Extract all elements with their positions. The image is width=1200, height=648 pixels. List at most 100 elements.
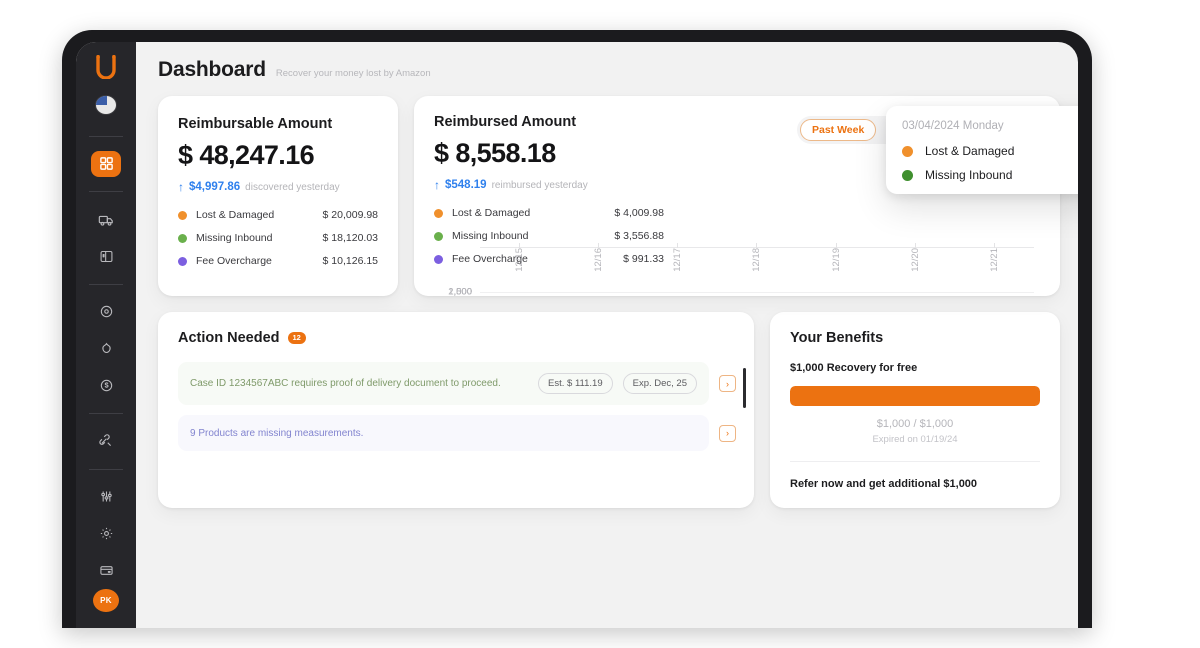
benefits-subtitle: $1,000 Recovery for free	[790, 362, 918, 374]
page-header: Dashboard Recover your money lost by Ama…	[158, 58, 1060, 82]
legend-value: $ 18,120.03	[322, 232, 378, 244]
action-text: Case ID 1234567ABC requires proof of del…	[190, 378, 501, 389]
legend-dot-icon	[434, 231, 443, 241]
sidebar-divider	[89, 412, 123, 414]
action-needed-card: Action Needed 12 Case ID 1234567ABC requ…	[158, 312, 754, 508]
legend-label: Lost & Damaged	[196, 209, 275, 221]
sidebar-item-payments[interactable]	[91, 372, 121, 399]
legend-label: Missing Inbound	[452, 230, 529, 242]
legend-dot-icon	[434, 254, 443, 264]
chart-bar[interactable]	[669, 289, 686, 292]
reimbursable-value: $ 48,247.16	[178, 140, 315, 170]
sidebar-item-billing[interactable]	[91, 557, 121, 584]
legend-label: Missing Inbound	[196, 232, 273, 244]
tooltip-row-missing-inbound: Missing Inbound $799.62	[902, 168, 1078, 182]
legend-dot-icon	[902, 169, 913, 181]
chart-x-tick: 12/20	[894, 248, 936, 272]
chart-bar[interactable]	[748, 289, 765, 292]
card-title: Reimbursed Amount	[434, 114, 577, 130]
legend-item-missing-inbound: Missing Inbound $ 3,556.88	[434, 230, 664, 242]
recovery-progress-bar	[790, 386, 1040, 406]
benefits-refer[interactable]: Refer now and get additional $1,000	[790, 478, 1040, 490]
sidebar-item-dashboard[interactable]	[91, 150, 121, 178]
chart-x-labels: 12/15 12/16 12/17 12/18 12/19 12/20 12/21	[480, 248, 1034, 282]
tooltip-row-lost-damaged: Lost & Damaged $281.10	[902, 144, 1078, 158]
chart-x-tick-label: 12/18	[751, 248, 763, 272]
action-item-missing-measurements[interactable]: 9 Products are missing measurements.	[178, 415, 709, 451]
reimbursed-delta: ↑ $548.19 reimbursed yesterday	[434, 179, 664, 191]
section-title-text: Your Benefits	[790, 330, 884, 346]
sidebar-divider	[89, 191, 123, 193]
scrollbar-thumb[interactable]	[743, 368, 746, 408]
scrollbar-track[interactable]	[743, 368, 746, 422]
delta-value: $548.19	[445, 179, 487, 191]
chart-x-tick: 12/18	[736, 248, 778, 272]
legend-dot-icon	[178, 210, 187, 220]
sidebar-item-invoices[interactable]	[91, 243, 121, 270]
arrow-up-icon: ↑	[434, 178, 440, 192]
chart-x-tick-label: 12/19	[830, 248, 842, 272]
chart-tooltip: 03/04/2024 Monday $ 1080.72 Lost & Damag…	[886, 106, 1078, 194]
reimbursable-amount-card: Reimbursable Amount $ 48,247.16 ↑ $4,997…	[158, 96, 398, 296]
legend-item-lost-damaged: Lost & Damaged $ 4,009.98	[434, 207, 664, 219]
tooltip-header: 03/04/2024 Monday $ 1080.72	[902, 120, 1078, 132]
page-subtitle: Recover your money lost by Amazon	[275, 68, 431, 79]
action-row: Case ID 1234567ABC requires proof of del…	[178, 362, 736, 405]
sidebar-item-reports[interactable]	[91, 335, 121, 362]
chart-x-tick: 12/16	[578, 248, 620, 272]
tooltip-label: Missing Inbound	[925, 168, 1013, 182]
sidebar-item-integrations[interactable]	[91, 428, 121, 455]
legend-value: $ 3,556.88	[614, 230, 664, 242]
sidebar-item-shipments[interactable]	[91, 206, 121, 233]
recovery-progress-fill	[790, 386, 1040, 406]
page-title: Dashboard	[158, 58, 266, 81]
status-badge: 12	[287, 332, 306, 344]
chart-x-tick-label: 12/20	[909, 248, 921, 272]
sidebar-item-filters[interactable]	[91, 483, 121, 510]
tab-past-week[interactable]: Past Week	[799, 119, 877, 141]
benefits-expiry: Expired on 01/19/24	[872, 434, 958, 445]
legend-item-missing-inbound: Missing Inbound $ 18,120.03	[178, 232, 378, 244]
avatar[interactable]: PK	[93, 588, 119, 612]
legend-label: Fee Overcharge	[196, 255, 272, 267]
chart-x-tick-label: 12/16	[593, 248, 605, 272]
legend-label: Lost & Damaged	[452, 207, 531, 219]
sidebar-item-cases[interactable]	[91, 299, 121, 326]
legend-item-lost-damaged: Lost & Damaged $ 20,009.98	[178, 209, 378, 221]
legend-dot-icon	[178, 233, 187, 243]
action-item-case-proof[interactable]: Case ID 1234567ABC requires proof of del…	[178, 362, 709, 405]
tooltip-date: 03/04/2024 Monday	[902, 120, 1004, 132]
stacked-bar-chart[interactable]: 0 500 1,000 1,500 2,000 12/15 12/16 12/17 12/18…	[434, 243, 1040, 298]
us-flag-icon[interactable]	[95, 94, 117, 115]
chart-x-tick-label: 12/17	[672, 248, 684, 272]
chip-estimate: Est. $ 111.19	[538, 373, 613, 394]
chart-gridline	[480, 292, 1034, 293]
legend-dot-icon	[902, 145, 913, 157]
action-needed-title: Action Needed 12	[178, 330, 736, 346]
card-title: Reimbursable Amount	[178, 116, 333, 132]
delta-value: $4,997.86	[189, 181, 241, 193]
u-logo-icon[interactable]	[91, 54, 121, 81]
chart-x-tick: 12/15	[499, 248, 541, 272]
screenshot-root: PK Dashboard Recover your money lost by …	[0, 0, 1200, 648]
delta-note: reimbursed yesterday	[491, 179, 588, 191]
sidebar-item-settings[interactable]	[91, 520, 121, 547]
chart-bar[interactable]	[907, 289, 924, 292]
reimbursable-delta: ↑ $4,997.86 discovered yesterday	[178, 181, 378, 193]
chart-bar[interactable]	[511, 289, 528, 292]
chart-bar[interactable]	[828, 289, 845, 292]
sidebar-divider	[89, 468, 123, 470]
app-sidebar: PK	[76, 42, 136, 628]
sidebar-divider	[89, 283, 123, 285]
legend-value: $ 4,009.98	[614, 207, 664, 219]
chevron-right-icon[interactable]: ›	[719, 424, 736, 442]
legend-value: $ 20,009.98	[322, 209, 378, 221]
chart-bar[interactable]	[590, 289, 607, 292]
legend-value: $ 10,126.15	[322, 255, 378, 267]
chart-bar[interactable]	[986, 291, 1003, 293]
chart-x-tick: 12/19	[815, 248, 857, 272]
action-text: 9 Products are missing measurements.	[190, 427, 364, 439]
chevron-right-icon[interactable]: ›	[719, 375, 736, 392]
legend-dot-icon	[178, 256, 187, 266]
benefits-ratio: $1,000 / $1,000	[876, 418, 954, 430]
